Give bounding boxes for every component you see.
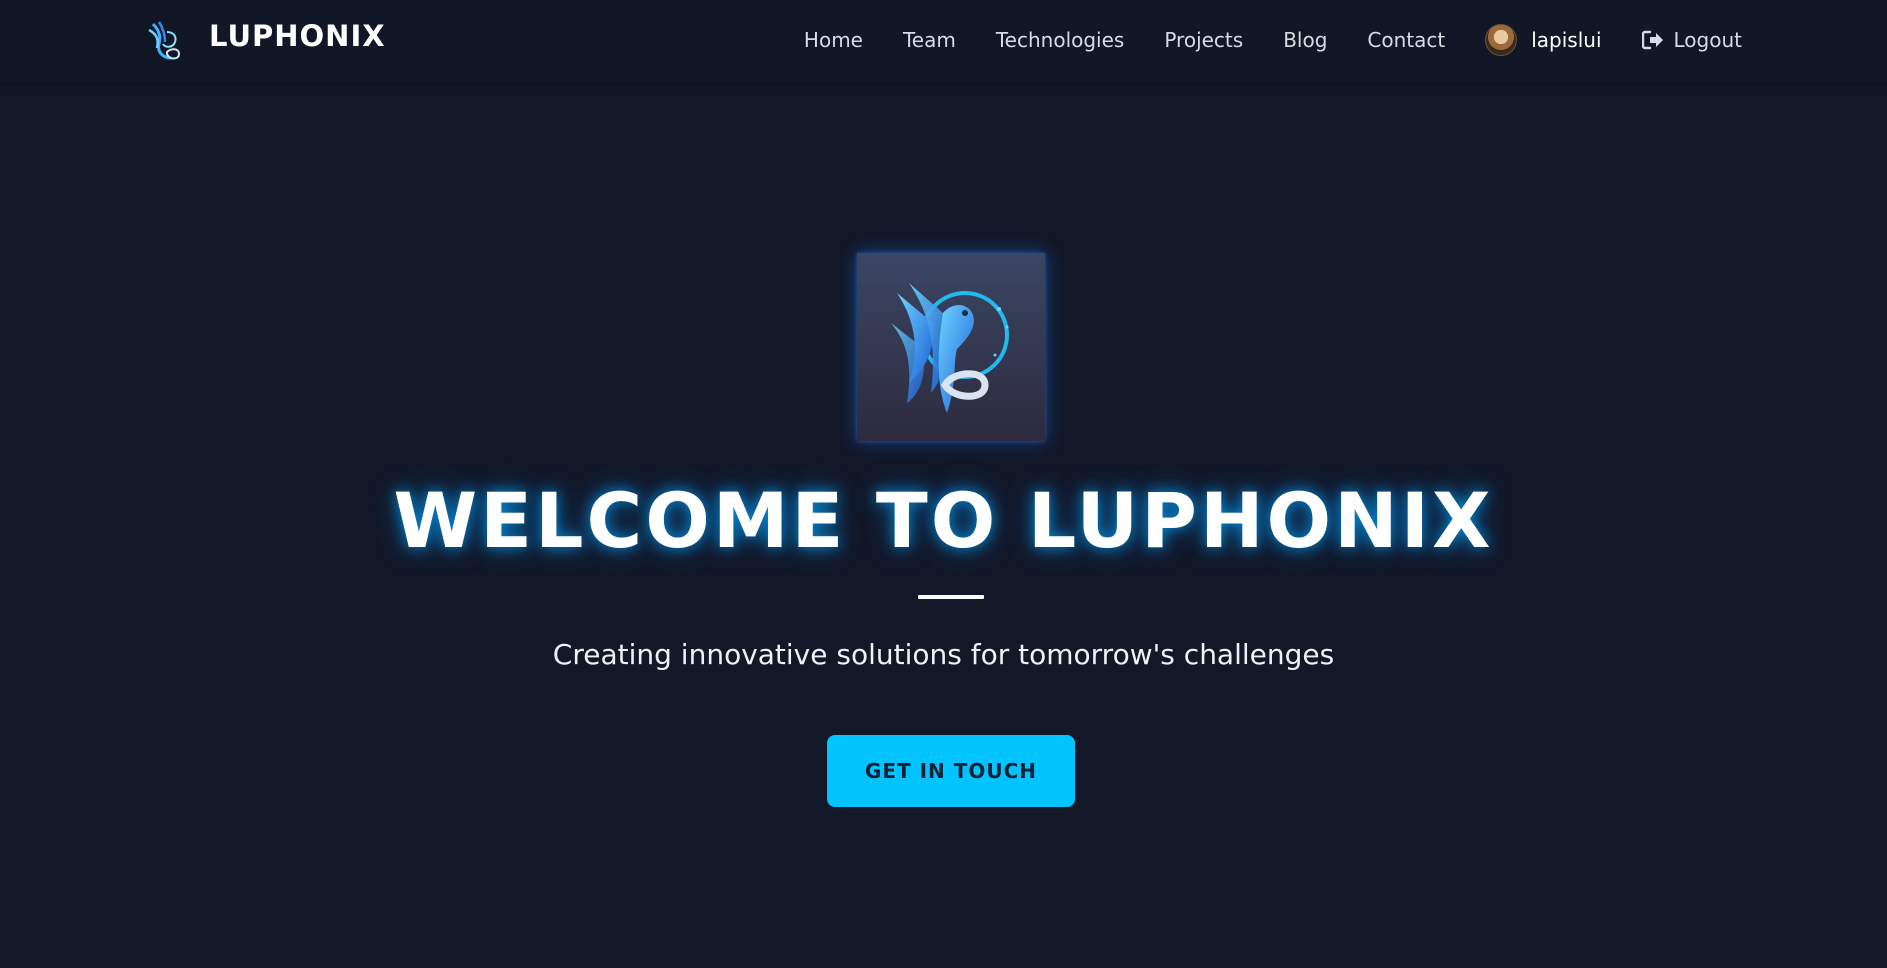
user-menu[interactable]: lapislui — [1485, 24, 1602, 56]
brand-name: LUPHONIX — [209, 19, 386, 53]
nav-link-technologies[interactable]: Technologies — [996, 28, 1124, 52]
navbar: LUPHONIX Home Team Technologies Projects… — [0, 0, 1887, 82]
nav-link-blog[interactable]: Blog — [1283, 28, 1327, 52]
nav-link-contact[interactable]: Contact — [1367, 28, 1445, 52]
nav-links: Home Team Technologies Projects Blog Con… — [804, 22, 1742, 58]
username: lapislui — [1531, 28, 1602, 52]
nav-link-team[interactable]: Team — [903, 28, 956, 52]
sign-out-icon — [1641, 30, 1663, 50]
phoenix-logo-icon — [148, 21, 181, 60]
brand[interactable]: LUPHONIX — [145, 18, 386, 64]
logout-label: Logout — [1673, 28, 1742, 52]
hero-title: WELCOME TO LUPHONIX — [393, 476, 1494, 565]
nav-link-home[interactable]: Home — [804, 28, 863, 52]
hero-tagline: Creating innovative solutions for tomorr… — [552, 638, 1335, 671]
title-divider — [918, 595, 984, 599]
get-in-touch-button[interactable]: GET IN TOUCH — [827, 735, 1075, 807]
phoenix-emblem-icon — [891, 283, 1009, 413]
user-avatar — [1485, 24, 1518, 56]
hero-logo — [857, 253, 1045, 441]
nav-link-projects[interactable]: Projects — [1164, 28, 1243, 52]
logout-button[interactable]: Logout — [1641, 28, 1742, 52]
